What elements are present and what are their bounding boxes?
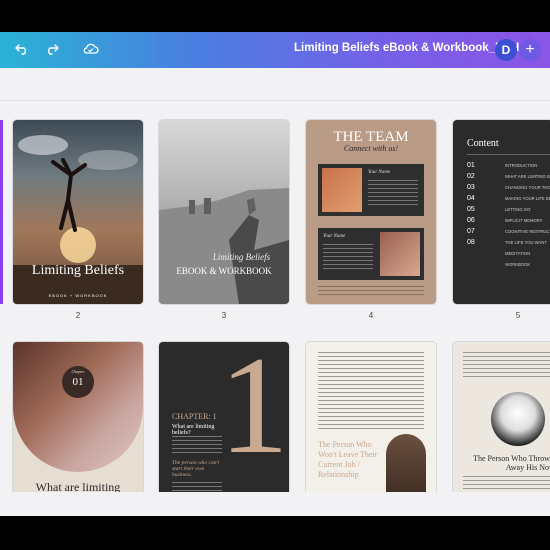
chapter-pull-quote: The person who can't start their own bus… — [172, 460, 220, 478]
page-number-3: 3 — [221, 311, 227, 320]
article-body-text — [318, 352, 424, 432]
redo-button[interactable] — [43, 41, 61, 59]
contents-item-label: LETTING GO — [505, 207, 531, 212]
chapter-heading-label: CHAPTER: 1 — [172, 412, 217, 421]
cover-subtitle: EBOOK & WORKBOOK — [176, 266, 272, 276]
contents-item-number: 01 — [467, 162, 475, 169]
contents-item: 03 CHANGING YOUR THOUGHTS — [467, 184, 550, 195]
share-plus-button[interactable]: + — [519, 39, 541, 61]
contents-item: 02 WHAT ARE LIMITING BELIEFS — [467, 173, 550, 184]
contents-item: 07 COGNITIVE RESTRUCTURING — [467, 228, 550, 239]
page-number-2: 2 — [75, 311, 81, 320]
article-heading: The Person Who Throws Away His Nov — [473, 454, 550, 472]
undo-button[interactable] — [13, 41, 31, 59]
contents-list: 01 INTRODUCTION 02 WHAT ARE LIMITING BELIEF… — [467, 162, 550, 272]
contents-item-label: MEDITATION — [505, 251, 531, 256]
cover-title: Limiting Beliefs — [212, 252, 271, 262]
contents-item: WORKBOOK — [467, 261, 550, 272]
bottom-frame — [0, 492, 550, 550]
contents-item-label: INTRODUCTION — [505, 163, 538, 168]
contents-divider — [467, 154, 550, 155]
user-avatar[interactable]: D — [495, 39, 517, 61]
chapter-question: What are limiting beliefs? — [172, 424, 215, 436]
article-heading: The Person Who Won't Leave Their Current… — [318, 440, 378, 479]
save-status-button[interactable] — [82, 41, 100, 59]
editor-top-bar: Limiting Beliefs eBook & Workbook_DPH D … — [0, 32, 550, 68]
contents-item-label: MAKING YOUR LIFE BETTER — [505, 196, 550, 201]
page-thumbnail-8[interactable]: The Person Who Won't Leave Their Current… — [306, 342, 436, 492]
contents-title: Content — [467, 138, 499, 149]
contents-item-label: COGNITIVE RESTRUCTURING — [505, 229, 550, 234]
chapter-body-text — [172, 436, 222, 456]
page-number-4: 4 — [368, 311, 374, 320]
team-subtitle: Connect with us! — [343, 144, 399, 153]
team-member-name-2: Your Name — [323, 234, 346, 239]
cover-photo-cliffs — [159, 188, 289, 304]
team-bio-1 — [368, 180, 418, 206]
contents-item-label: WORKBOOK — [505, 262, 531, 267]
contents-item-number: 03 — [467, 184, 475, 191]
contents-item-number: 05 — [467, 206, 475, 213]
team-photo-2 — [380, 232, 420, 276]
page-thumbnail-3[interactable]: Limiting Beliefs EBOOK & WORKBOOK — [159, 120, 289, 304]
contents-item-label: CHANGING YOUR THOUGHTS — [505, 185, 550, 190]
page-thumbnail-5[interactable]: Content 01 INTRODUCTION 02 WHAT ARE LIMITIN… — [453, 120, 550, 304]
page-thumbnail-6[interactable]: Chapter 01 What are limiting — [13, 342, 143, 492]
article-body-text-2 — [463, 476, 550, 492]
page-thumbnail-4[interactable]: THE TEAM Connect with us! Your Name Your… — [306, 120, 436, 304]
team-photo-1 — [322, 168, 362, 212]
bottom-status-bar — [0, 492, 550, 516]
article-circle-photo — [491, 392, 545, 446]
document-title[interactable]: Limiting Beliefs eBook & Workbook_DPH — [294, 42, 519, 54]
contents-item: 06 IMPLICIT MEMORY — [467, 217, 550, 228]
chapter-body-text-2 — [172, 482, 222, 492]
contents-item-number: 04 — [467, 195, 475, 202]
contents-item: 08 THE LIFE YOU WANT — [467, 239, 550, 250]
article-body-text — [463, 352, 550, 380]
contents-item: MEDITATION — [467, 250, 550, 261]
team-member-card-1: Your Name — [318, 164, 424, 216]
chapter-number: 01 — [72, 376, 84, 388]
article-arch-photo — [386, 434, 426, 492]
cover-title: Limiting Beliefs — [31, 263, 125, 278]
toolbar-strip — [0, 68, 550, 101]
contents-item-number: 02 — [467, 173, 475, 180]
contents-item-label: WHAT ARE LIMITING BELIEFS — [505, 174, 550, 179]
cover-subtitle: EBOOK + WORKBOOK — [48, 293, 108, 298]
contents-item-number: 07 — [467, 228, 475, 235]
page-grid-view: Limiting Beliefs EBOOK + WORKBOOK 2 Limi… — [0, 68, 550, 492]
team-bio-2 — [323, 244, 373, 270]
page-thumbnail-7[interactable]: 1 CHAPTER: 1 What are limiting beliefs? … — [159, 342, 289, 492]
team-member-card-2: Your Name — [318, 228, 424, 280]
team-member-name-1: Your Name — [368, 170, 391, 175]
page-thumbnail-9[interactable]: The Person Who Throws Away His Nov — [453, 342, 550, 492]
contents-item: 01 INTRODUCTION — [467, 162, 550, 173]
selected-page-edge — [0, 120, 3, 304]
chapter-arch-photo — [13, 342, 143, 472]
chapter-badge: Chapter 01 — [62, 366, 94, 398]
cloud-saved-icon — [83, 43, 99, 54]
contents-item-number: 08 — [467, 239, 475, 246]
chapter-big-number: 1 — [219, 342, 289, 483]
redo-icon — [48, 44, 59, 55]
undo-icon — [15, 44, 26, 55]
page-number-5: 5 — [515, 311, 521, 320]
contents-item-label: THE LIFE YOU WANT — [505, 240, 547, 245]
contents-item: 04 MAKING YOUR LIFE BETTER — [467, 195, 550, 206]
chapter-title: What are limiting — [35, 480, 121, 492]
chapter-label: Chapter — [71, 369, 85, 374]
team-footer-text — [318, 286, 424, 296]
contents-item: 05 LETTING GO — [467, 206, 550, 217]
contents-item-label: IMPLICIT MEMORY — [505, 218, 543, 223]
contents-item-number: 06 — [467, 217, 475, 224]
page-thumbnail-2[interactable]: Limiting Beliefs EBOOK + WORKBOOK — [13, 120, 143, 304]
